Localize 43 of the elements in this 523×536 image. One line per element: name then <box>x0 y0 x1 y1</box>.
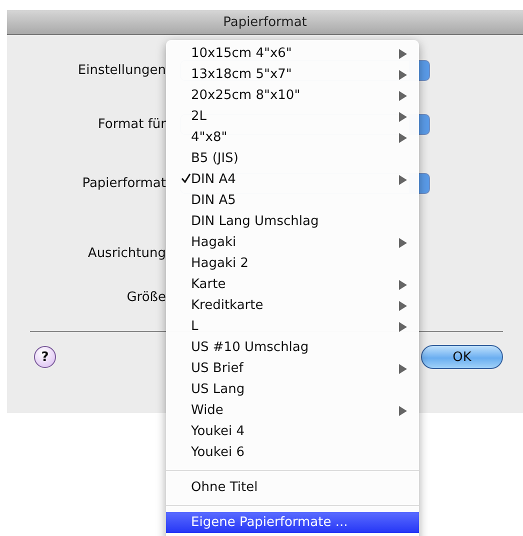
menu-item[interactable]: US #10 Umschlag <box>166 337 419 358</box>
menu-item[interactable]: 10x15cm 4"x6" <box>166 43 419 64</box>
checkmark-icon <box>181 173 191 183</box>
menu-item[interactable]: Karte <box>166 274 419 295</box>
menu-item[interactable]: Ohne Titel <box>166 477 419 498</box>
field-label: Größe <box>126 290 166 304</box>
field-label: Format für <box>96 116 166 132</box>
submenu-arrow-icon <box>399 112 407 122</box>
submenu-arrow-icon <box>399 364 407 374</box>
menu-item[interactable]: 20x25cm 8"x10" <box>166 85 419 106</box>
menu-item[interactable]: Youkei 4 <box>166 421 419 442</box>
help-button[interactable]: ? <box>34 346 56 368</box>
menu-item[interactable]: US Lang <box>166 379 419 400</box>
submenu-arrow-icon <box>399 174 407 184</box>
field-label: Papierformat <box>81 176 166 190</box>
menu-item[interactable]: DIN A5 <box>166 190 419 211</box>
menu-item[interactable]: 2L <box>166 106 419 127</box>
field-label: Einstellungen <box>76 62 166 78</box>
menu-item[interactable]: DIN A4 <box>166 169 419 190</box>
submenu-arrow-icon <box>399 70 407 80</box>
menu-item[interactable]: Hagaki 2 <box>166 253 419 274</box>
menu-item[interactable]: Eigene Papierformate ... <box>166 512 419 533</box>
submenu-arrow-icon <box>399 132 407 142</box>
submenu-arrow-icon <box>399 280 407 290</box>
submenu-arrow-icon <box>399 90 407 100</box>
field-label: Ausrichtung <box>86 246 166 260</box>
menu-item[interactable]: L <box>166 316 419 337</box>
submenu-arrow-icon <box>399 300 407 310</box>
menu-item[interactable]: US Brief <box>166 358 419 379</box>
menu-item[interactable]: 4"x8" <box>166 127 419 148</box>
menu-item[interactable]: B5 (JIS) <box>166 148 419 169</box>
menu-item[interactable]: Hagaki <box>166 232 419 253</box>
ok-button[interactable]: OK <box>421 345 503 369</box>
submenu-arrow-icon <box>399 322 407 332</box>
menu-item[interactable]: 13x18cm 5"x7" <box>166 64 419 85</box>
window-title: Papierformat <box>7 10 523 35</box>
submenu-arrow-icon <box>399 238 407 248</box>
submenu-arrow-icon <box>399 406 407 416</box>
menu-item[interactable]: Youkei 6 <box>166 442 419 463</box>
menu-item[interactable]: Kreditkarte <box>166 295 419 316</box>
menu-item[interactable]: DIN Lang Umschlag <box>166 211 419 232</box>
menu-item[interactable]: Wide <box>166 400 419 421</box>
submenu-arrow-icon <box>399 48 407 58</box>
